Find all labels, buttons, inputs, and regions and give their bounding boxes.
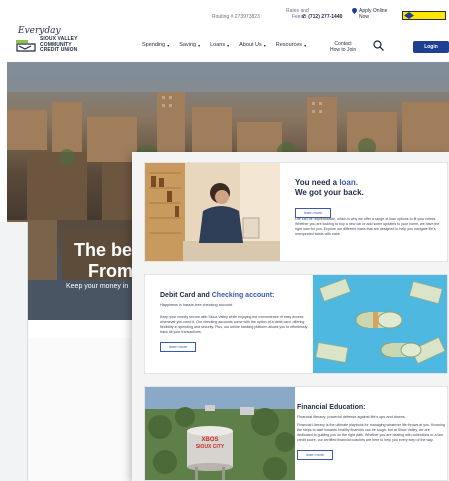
search-icon[interactable] bbox=[373, 40, 384, 51]
background-page-section bbox=[28, 338, 132, 481]
nav-saving[interactable]: Saving ▾ bbox=[179, 42, 200, 48]
loan-card-title: You need a loan. We got your back. bbox=[295, 178, 364, 197]
chevron-down-icon: ▾ bbox=[263, 42, 266, 48]
chevron-down-icon: ▾ bbox=[227, 42, 230, 48]
checking-learn-more-button[interactable]: learn more bbox=[160, 342, 197, 352]
logo-mark-icon bbox=[16, 40, 36, 52]
checking-card: Debit Card and Checking account: Happine… bbox=[144, 274, 448, 374]
contact-link[interactable]: Contact How to Join bbox=[330, 41, 356, 53]
checking-card-description: Keep your money secure with Sioux Valley… bbox=[160, 315, 308, 334]
tower-text: XBOS SIOUX CITY bbox=[195, 437, 225, 450]
education-card: XBOS SIOUX CITY Financial Education: Fin… bbox=[144, 386, 448, 481]
loan-card-body: You need a loan. We got your back. Life … bbox=[295, 163, 443, 237]
apply-online-link[interactable]: Apply Online Now bbox=[352, 8, 387, 20]
background-page-panel bbox=[0, 222, 28, 481]
money-rolls-photo bbox=[313, 275, 447, 373]
login-button[interactable]: Login bbox=[413, 41, 449, 53]
education-card-description: Financial Literacy is the ultimate playb… bbox=[297, 423, 445, 442]
education-learn-more-button[interactable]: learn more bbox=[297, 450, 334, 460]
checking-card-body: Debit Card and Checking account: Happine… bbox=[160, 275, 308, 353]
education-card-image: XBOS SIOUX CITY bbox=[145, 387, 295, 480]
checking-card-image bbox=[313, 275, 447, 373]
education-card-lead: Financial literacy: powerful defense aga… bbox=[297, 415, 406, 419]
site-header: Everyday SIOUX VALLEY COMMUNITY CREDIT U… bbox=[0, 0, 449, 62]
loan-learn-more-button[interactable]: learn more bbox=[295, 208, 332, 218]
logo-script-text: Everyday bbox=[18, 26, 61, 36]
nav-resources[interactable]: Resources ▾ bbox=[276, 42, 306, 48]
phone-link[interactable]: ✆ (712) 277-1440 bbox=[302, 14, 342, 20]
partner-logo-icon bbox=[404, 12, 414, 19]
routing-number: Routing # 273973823 bbox=[212, 14, 260, 20]
nav-loans[interactable]: Loans ▾ bbox=[210, 42, 229, 48]
woman-in-store-photo bbox=[145, 163, 280, 261]
education-card-body: Financial Education: Financial literacy:… bbox=[297, 387, 445, 461]
logo-wordmark: SIOUX VALLEY COMMUNITY CREDIT UNION bbox=[40, 36, 78, 53]
partner-badge[interactable] bbox=[402, 11, 446, 20]
location-pin-icon bbox=[352, 8, 357, 14]
chevron-down-icon: ▾ bbox=[167, 42, 170, 48]
sioux-city-water-tower-photo bbox=[145, 387, 295, 480]
hero-subtitle: Keep your money in bbox=[66, 283, 129, 290]
nav-about-us[interactable]: About Us ▾ bbox=[239, 42, 266, 48]
phone-icon: ✆ bbox=[302, 14, 307, 20]
checking-card-title: Debit Card and Checking account: bbox=[160, 292, 275, 299]
chevron-down-icon: ▾ bbox=[198, 42, 201, 48]
feature-cards-panel: You need a loan. We got your back. Life … bbox=[132, 152, 449, 481]
chevron-down-icon: ▾ bbox=[304, 42, 307, 48]
loan-card-description: Life can be unpredictable, which is why … bbox=[295, 217, 440, 236]
loan-card-image bbox=[145, 163, 280, 261]
checking-card-lead: Happiness is hassle-free checking accoun… bbox=[160, 303, 234, 307]
education-card-title: Financial Education: bbox=[297, 404, 366, 411]
nav-spending[interactable]: Spending ▾ bbox=[142, 42, 169, 48]
loan-card: You need a loan. We got your back. Life … bbox=[144, 162, 448, 262]
credit-union-logo[interactable]: Everyday SIOUX VALLEY COMMUNITY CREDIT U… bbox=[14, 26, 94, 58]
main-nav: Spending ▾ Saving ▾ Loans ▾ About Us ▾ Resou… bbox=[142, 42, 306, 48]
